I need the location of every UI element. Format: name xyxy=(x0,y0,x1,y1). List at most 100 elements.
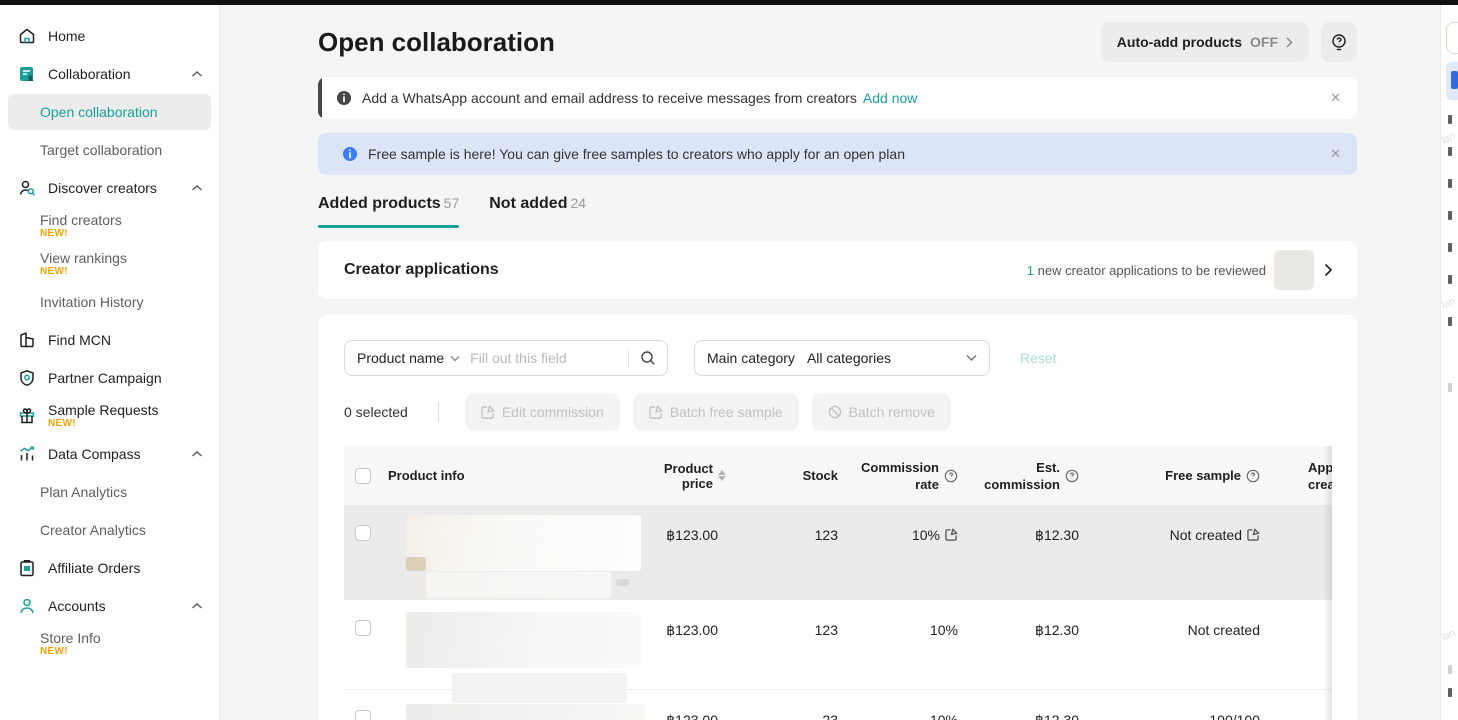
search-field-selector[interactable]: Product name xyxy=(357,350,444,366)
watermark: lan xyxy=(1440,628,1457,643)
sample-requests-icon xyxy=(18,407,36,425)
sidebar-item-plan-analytics[interactable]: Plan Analytics xyxy=(0,473,219,511)
sidebar-item-label: Plan Analytics xyxy=(40,484,127,500)
sidebar-item-target-collaboration[interactable]: Target collaboration xyxy=(0,131,219,169)
edit-icon[interactable] xyxy=(945,528,958,541)
sidebar-item-view-rankings[interactable]: View rankings NEW! xyxy=(0,245,219,283)
col-est-commission: Est.commission xyxy=(962,446,1083,505)
sidebar-item-creator-analytics[interactable]: Creator Analytics xyxy=(0,511,219,549)
col-product-price[interactable]: Product price xyxy=(630,446,730,505)
tab-count: 24 xyxy=(570,195,586,211)
commission-rate-cell: 10% xyxy=(842,505,962,599)
main-category-select[interactable]: Main category All categories xyxy=(694,340,990,376)
row-checkbox[interactable] xyxy=(355,525,371,541)
sort-icon[interactable] xyxy=(718,470,726,481)
sidebar-item-discover-creators[interactable]: Discover creators xyxy=(0,169,219,207)
new-badge: NEW! xyxy=(48,418,159,430)
chevron-down-icon[interactable] xyxy=(450,355,460,362)
table-row[interactable]: ฿123.00 123 10% ฿12.30 Not created xyxy=(344,600,1332,690)
help-button[interactable] xyxy=(1321,22,1357,62)
docked-panel-selected-item[interactable] xyxy=(1446,62,1458,100)
close-icon[interactable]: ✕ xyxy=(1330,146,1341,162)
filter-bar: Product name Main category All categorie… xyxy=(344,340,1332,376)
edit-icon[interactable] xyxy=(1247,528,1260,541)
reset-button[interactable]: Reset xyxy=(1020,350,1057,366)
auto-add-state: OFF xyxy=(1250,34,1278,50)
applications-count: 1 xyxy=(1027,263,1034,278)
sidebar-item-accounts[interactable]: Accounts xyxy=(0,587,219,625)
new-badge: NEW! xyxy=(40,266,127,278)
free-sample-cell: Not created xyxy=(1083,505,1264,599)
question-circle-icon[interactable] xyxy=(1065,469,1079,483)
sidebar-item-collaboration[interactable]: Collaboration xyxy=(0,55,219,93)
sidebar-item-label: Home xyxy=(48,28,85,44)
chevron-up-icon[interactable] xyxy=(191,450,203,458)
chevron-right-icon xyxy=(1286,37,1293,48)
auto-add-products-button[interactable]: Auto-add products OFF xyxy=(1101,22,1309,62)
close-icon[interactable]: ✕ xyxy=(1330,90,1341,106)
edit-commission-button[interactable]: Edit commission xyxy=(465,394,620,430)
sidebar-item-label: Discover creators xyxy=(48,180,157,196)
chevron-up-icon[interactable] xyxy=(191,602,203,610)
sidebar-item-invitation-history[interactable]: Invitation History xyxy=(0,283,219,321)
commission-rate-cell: 10% xyxy=(842,600,962,689)
product-info-cell xyxy=(380,600,630,689)
table-row[interactable]: ฿123.00 123 10% ฿12.30 Not created xyxy=(344,505,1332,600)
whatsapp-banner: Add a WhatsApp account and email address… xyxy=(318,77,1357,119)
tab-not-added[interactable]: Not added 24 xyxy=(489,195,586,228)
watermark: lan xyxy=(1440,296,1457,311)
product-price-cell: ฿123.00 xyxy=(630,505,730,599)
top-black-bar xyxy=(0,0,1458,5)
partner-campaign-icon xyxy=(18,369,36,387)
sidebar-item-find-mcn[interactable]: Find MCN xyxy=(0,321,219,359)
row-checkbox[interactable] xyxy=(355,620,371,636)
sidebar-item-partner-campaign[interactable]: Partner Campaign xyxy=(0,359,219,397)
add-now-link[interactable]: Add now xyxy=(863,90,917,106)
applications-note: 1 new creator applications to be reviewe… xyxy=(1027,263,1266,278)
info-icon xyxy=(342,146,358,162)
sidebar-item-home[interactable]: Home xyxy=(0,17,219,55)
sidebar-item-sample-requests[interactable]: Sample Requests NEW! xyxy=(0,397,219,435)
search-input[interactable] xyxy=(460,350,628,366)
lightbulb-question-icon xyxy=(1330,33,1348,52)
selected-count: 0 selected xyxy=(344,404,408,420)
col-stock: Stock xyxy=(730,446,842,505)
sidebar-item-store-info[interactable]: Store Info NEW! xyxy=(0,625,219,663)
sidebar-item-open-collaboration[interactable]: Open collaboration xyxy=(8,94,211,130)
docked-panel-item-fragment xyxy=(1448,275,1452,284)
docked-panel-item-fragment xyxy=(1448,147,1452,156)
commission-rate-cell: 10% xyxy=(842,690,962,720)
docked-panel-item-fragment xyxy=(1448,317,1452,326)
watermark: lan xyxy=(1440,131,1457,146)
tab-added-products[interactable]: Added products 57 xyxy=(318,195,459,228)
batch-free-sample-button[interactable]: Batch free sample xyxy=(633,394,799,430)
est-commission-cell: ฿12.30 xyxy=(962,600,1083,689)
col-product-info: Product info xyxy=(380,446,630,505)
free-sample-cell: 100/100 xyxy=(1083,690,1264,720)
chevron-up-icon[interactable] xyxy=(191,70,203,78)
sidebar-item-label: Target collaboration xyxy=(40,142,162,158)
sidebar-item-find-creators[interactable]: Find creators NEW! xyxy=(0,207,219,245)
sidebar: Home Collaboration Open collaboration Ta… xyxy=(0,5,220,720)
sidebar-item-label: Partner Campaign xyxy=(48,370,162,386)
sidebar-item-affiliate-orders[interactable]: Affiliate Orders xyxy=(0,549,219,587)
chevron-down-icon xyxy=(966,354,977,362)
question-circle-icon[interactable] xyxy=(1246,469,1260,483)
docked-panel-item-fragment xyxy=(1448,665,1452,674)
product-info-cell xyxy=(380,505,630,599)
row-checkbox[interactable] xyxy=(355,710,371,720)
sidebar-item-label: Sample Requests xyxy=(48,402,159,418)
batch-remove-button[interactable]: Batch remove xyxy=(812,394,951,430)
page-header: Open collaboration Auto-add products OFF xyxy=(318,20,1357,64)
table-row[interactable]: ฿123.00 23 10% ฿12.30 100/100 xyxy=(344,690,1332,720)
creator-applications-title: Creator applications xyxy=(344,261,499,279)
search-icon[interactable] xyxy=(640,350,656,366)
chevron-up-icon[interactable] xyxy=(191,184,203,192)
sidebar-item-label: Accounts xyxy=(48,598,106,614)
question-circle-icon[interactable] xyxy=(944,469,958,483)
select-all-checkbox[interactable] xyxy=(355,468,371,484)
sidebar-item-data-compass[interactable]: Data Compass xyxy=(0,435,219,473)
creator-applications-card[interactable]: Creator applications 1 new creator appli… xyxy=(318,241,1357,299)
chevron-right-icon[interactable] xyxy=(1324,263,1333,277)
banner-text: Add a WhatsApp account and email address… xyxy=(362,90,857,106)
